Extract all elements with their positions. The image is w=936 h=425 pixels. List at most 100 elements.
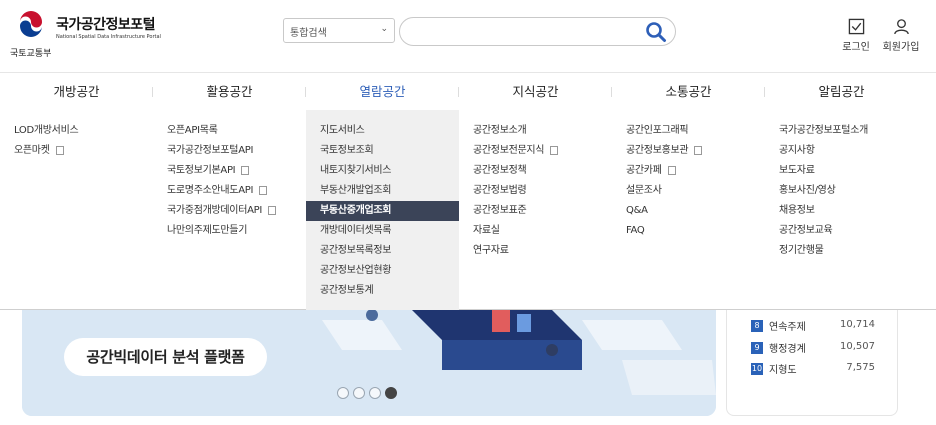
rank-name: 행정경계	[769, 344, 806, 355]
site-title: 국가공간정보포털	[56, 17, 156, 33]
menu-item-label: 공간카페	[626, 165, 662, 176]
join-button[interactable]: 회원가입	[877, 18, 925, 53]
menu-item-label: 공간인포그래픽	[626, 125, 689, 136]
menu-item-label: 내토지찾기서비스	[320, 165, 392, 176]
user-icon	[893, 19, 909, 35]
gnb-tab-open[interactable]: 개방공간	[0, 73, 153, 110]
menu-item-label: 공간정보산업현황	[320, 265, 392, 276]
org-label: 국토교통부	[10, 49, 52, 59]
menu-item[interactable]: 개방데이터셋목록	[306, 221, 459, 241]
menu-item-label: 국가중점개방데이터API	[167, 205, 263, 216]
slide-dot[interactable]	[337, 387, 349, 399]
new-window-icon	[241, 165, 250, 175]
menu-item[interactable]: 공지사항	[765, 141, 918, 161]
menu-item[interactable]: 나만의주제도만들기	[153, 221, 306, 241]
menu-item[interactable]: 부동산개발업조회	[306, 181, 459, 201]
menu-item-label: 도로명주소안내도API	[167, 185, 254, 196]
menu-item[interactable]: 국가공간정보포털소개	[765, 121, 918, 141]
menu-item[interactable]: FAQ	[612, 221, 765, 241]
join-label: 회원가입	[882, 42, 920, 53]
menu-item-label: 홍보사진/영상	[779, 185, 836, 196]
gnb-tab-communication[interactable]: 소통공간	[612, 73, 765, 110]
rank-number-badge: 10	[751, 362, 763, 375]
menu-item-label: 공간정보전문지식	[473, 145, 545, 156]
rank-value: 10,714	[840, 319, 875, 330]
chevron-down-icon: ⌄	[380, 24, 388, 34]
menu-item[interactable]: 공간정보산업현황	[306, 261, 459, 281]
hero-banner[interactable]: 공간빅데이터 분석 플랫폼	[22, 300, 716, 416]
popular-data-ranking: 8 연속주제 10,714 9 행정경계 10,507 10 지형도 7,575	[726, 300, 898, 416]
menu-item[interactable]: 공간정보소개	[459, 121, 612, 141]
gnb-tab-use[interactable]: 활용공간	[153, 73, 306, 110]
menu-item-label: FAQ	[626, 225, 645, 236]
menu-item[interactable]: 도로명주소안내도API	[153, 181, 306, 201]
menu-item-highlighted[interactable]: 부동산중개업조회	[306, 201, 459, 221]
menu-item[interactable]: 공간인포그래픽	[612, 121, 765, 141]
menu-item[interactable]: 공간정보전문지식	[459, 141, 612, 161]
site-logo[interactable]: 국토교통부 국가공간정보포털 National Spatial Data Inf…	[10, 10, 170, 59]
menu-item-label: 나만의주제도만들기	[167, 225, 248, 236]
main-navigation: 개방공간 활용공간 열람공간 지식공간 소통공간 알림공간	[0, 72, 936, 110]
mega-menu: LOD개방서비스 오픈마켓 오픈API목록 국가공간정보포털API 국토정보기본…	[0, 110, 936, 310]
slide-dot[interactable]	[369, 387, 381, 399]
menu-item-label: 공간정보통계	[320, 285, 374, 296]
rank-value: 7,575	[846, 362, 875, 373]
search-icon[interactable]	[645, 21, 667, 43]
slide-dot[interactable]	[353, 387, 365, 399]
menu-item[interactable]: 오픈API목록	[153, 121, 306, 141]
menu-item[interactable]: 국토정보조회	[306, 141, 459, 161]
menu-item[interactable]: 보도자료	[765, 161, 918, 181]
menu-item-label: 공간정보소개	[473, 125, 527, 136]
menu-item[interactable]: 공간정보정책	[459, 161, 612, 181]
menu-item[interactable]: 국가중점개방데이터API	[153, 201, 306, 221]
gnb-tab-label: 알림공간	[818, 84, 865, 99]
menu-item[interactable]: 지도서비스	[306, 121, 459, 141]
menu-item[interactable]: 공간정보목록정보	[306, 241, 459, 261]
menu-item-label: 부동산중개업조회	[320, 205, 392, 216]
menu-item-label: LOD개방서비스	[14, 125, 79, 136]
gnb-tab-label: 지식공간	[512, 84, 559, 99]
header: 국토교통부 국가공간정보포털 National Spatial Data Inf…	[0, 0, 936, 68]
slide-dot-active[interactable]	[385, 387, 397, 399]
menu-item[interactable]: LOD개방서비스	[0, 121, 153, 141]
rank-name: 연속주제	[769, 322, 806, 333]
menu-item[interactable]: 공간카페	[612, 161, 765, 181]
menu-item[interactable]: 설문조사	[612, 181, 765, 201]
menu-item[interactable]: 공간정보홍보관	[612, 141, 765, 161]
gnb-tab-notice[interactable]: 알림공간	[765, 73, 918, 110]
menu-item[interactable]: 공간정보통계	[306, 281, 459, 301]
menu-item[interactable]: 정기간행물	[765, 241, 918, 261]
menu-item[interactable]: 채용정보	[765, 201, 918, 221]
gnb-tab-label: 개방공간	[53, 84, 100, 99]
menu-item[interactable]: 공간정보법령	[459, 181, 612, 201]
gnb-tab-label: 소통공간	[665, 84, 712, 99]
menu-item[interactable]: 오픈마켓	[0, 141, 153, 161]
menu-item[interactable]: 홍보사진/영상	[765, 181, 918, 201]
menu-item[interactable]: 내토지찾기서비스	[306, 161, 459, 181]
menu-item-label: 채용정보	[779, 205, 815, 216]
new-window-icon	[694, 145, 703, 155]
new-window-icon	[667, 165, 676, 175]
search-input[interactable]	[399, 17, 676, 46]
menu-item[interactable]: 공간정보표준	[459, 201, 612, 221]
gnb-tab-knowledge[interactable]: 지식공간	[459, 73, 612, 110]
menu-item[interactable]: 국토정보기본API	[153, 161, 306, 181]
mega-col-browse: 지도서비스 국토정보조회 내토지찾기서비스 부동산개발업조회 부동산중개업조회 …	[306, 110, 459, 310]
login-checkbox-icon	[848, 18, 864, 35]
menu-item[interactable]: 자료실	[459, 221, 612, 241]
login-button[interactable]: 로그인	[836, 18, 876, 53]
search-scope-select[interactable]: 통합검색 ⌄	[283, 18, 395, 43]
gnb-tab-browse[interactable]: 열람공간	[306, 73, 459, 110]
menu-item[interactable]: Q&A	[612, 201, 765, 221]
menu-item[interactable]: 연구자료	[459, 241, 612, 261]
ranking-item[interactable]: 9 행정경계 10,507	[751, 340, 875, 356]
menu-item-label: 공간정보표준	[473, 205, 527, 216]
login-label: 로그인	[842, 42, 870, 53]
menu-item[interactable]: 공간정보교육	[765, 221, 918, 241]
menu-item[interactable]: 국가공간정보포털API	[153, 141, 306, 161]
ranking-item[interactable]: 10 지형도 7,575	[751, 361, 875, 377]
menu-item-label: 자료실	[473, 225, 500, 236]
site-subtitle: National Spatial Data Infrastructure Por…	[56, 34, 161, 40]
mega-col-open: LOD개방서비스 오픈마켓	[0, 110, 153, 310]
ranking-item[interactable]: 8 연속주제 10,714	[751, 318, 875, 334]
